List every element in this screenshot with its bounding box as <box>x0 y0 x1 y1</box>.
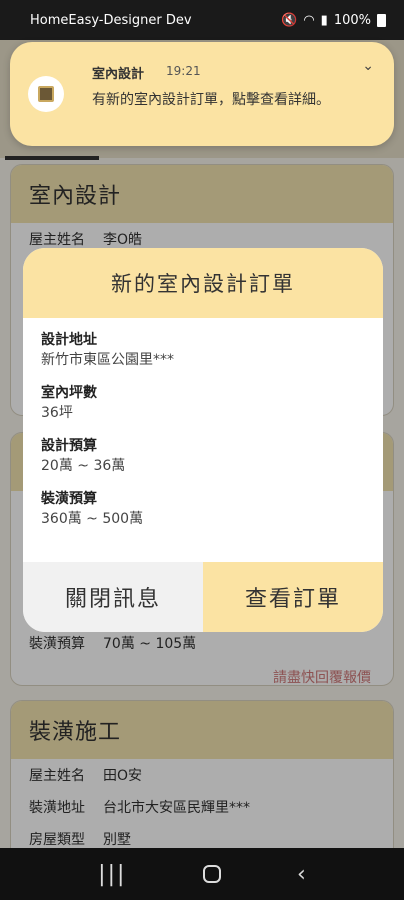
view-order-button[interactable]: 查看訂單 <box>203 562 383 632</box>
battery-icon <box>377 13 386 27</box>
dialog-buttons: 關閉訊息 查看訂單 <box>23 562 383 632</box>
mute-icon: 🔇 <box>281 12 298 28</box>
status-bar: HomeEasy-Designer Dev 🔇 ◠ ▮ 100% <box>0 0 404 40</box>
home-icon[interactable] <box>202 865 221 883</box>
notification-message: 有新的室內設計訂單，點擊查看詳細。 <box>92 92 330 108</box>
carrier-text: HomeEasy-Designer Dev <box>30 12 192 28</box>
field-value: 20萬 ~ 36萬 <box>41 458 126 474</box>
field-value: 36坪 <box>41 405 73 421</box>
battery-text: 100% <box>333 12 371 28</box>
recent-apps-icon[interactable]: ||| <box>98 862 126 887</box>
push-notification[interactable]: 室內設計 19:21 有新的室內設計訂單，點擊查看詳細。 ⌄ <box>10 42 394 146</box>
field-value: 新竹市東區公園里*** <box>41 352 174 368</box>
signal-icon: ▮ <box>320 12 328 28</box>
field-label: 設計預算 <box>41 438 97 454</box>
dialog-body: 設計地址 新竹市東區公園里*** 室內坪數 36坪 設計預算 20萬 ~ 36萬… <box>23 318 383 562</box>
status-icons: 🔇 ◠ ▮ 100% <box>281 13 386 28</box>
dialog-title: 新的室內設計訂單 <box>23 248 383 318</box>
field-value: 360萬 ~ 500萬 <box>41 511 144 527</box>
close-message-button[interactable]: 關閉訊息 <box>23 562 203 632</box>
new-order-dialog: 新的室內設計訂單 設計地址 新竹市東區公園里*** 室內坪數 36坪 設計預算 … <box>23 248 383 632</box>
system-nav-bar: ||| ‹ <box>0 848 404 900</box>
field-label: 室內坪數 <box>41 385 97 401</box>
app-icon <box>28 76 64 112</box>
field-label: 裝潢預算 <box>41 491 97 507</box>
notification-time: 19:21 <box>166 64 201 78</box>
back-icon[interactable]: ‹ <box>297 862 306 887</box>
wifi-icon: ◠ <box>303 12 315 28</box>
field-label: 設計地址 <box>41 332 97 348</box>
notification-app-name: 室內設計 <box>92 67 145 82</box>
chevron-down-icon[interactable]: ⌄ <box>362 58 374 74</box>
